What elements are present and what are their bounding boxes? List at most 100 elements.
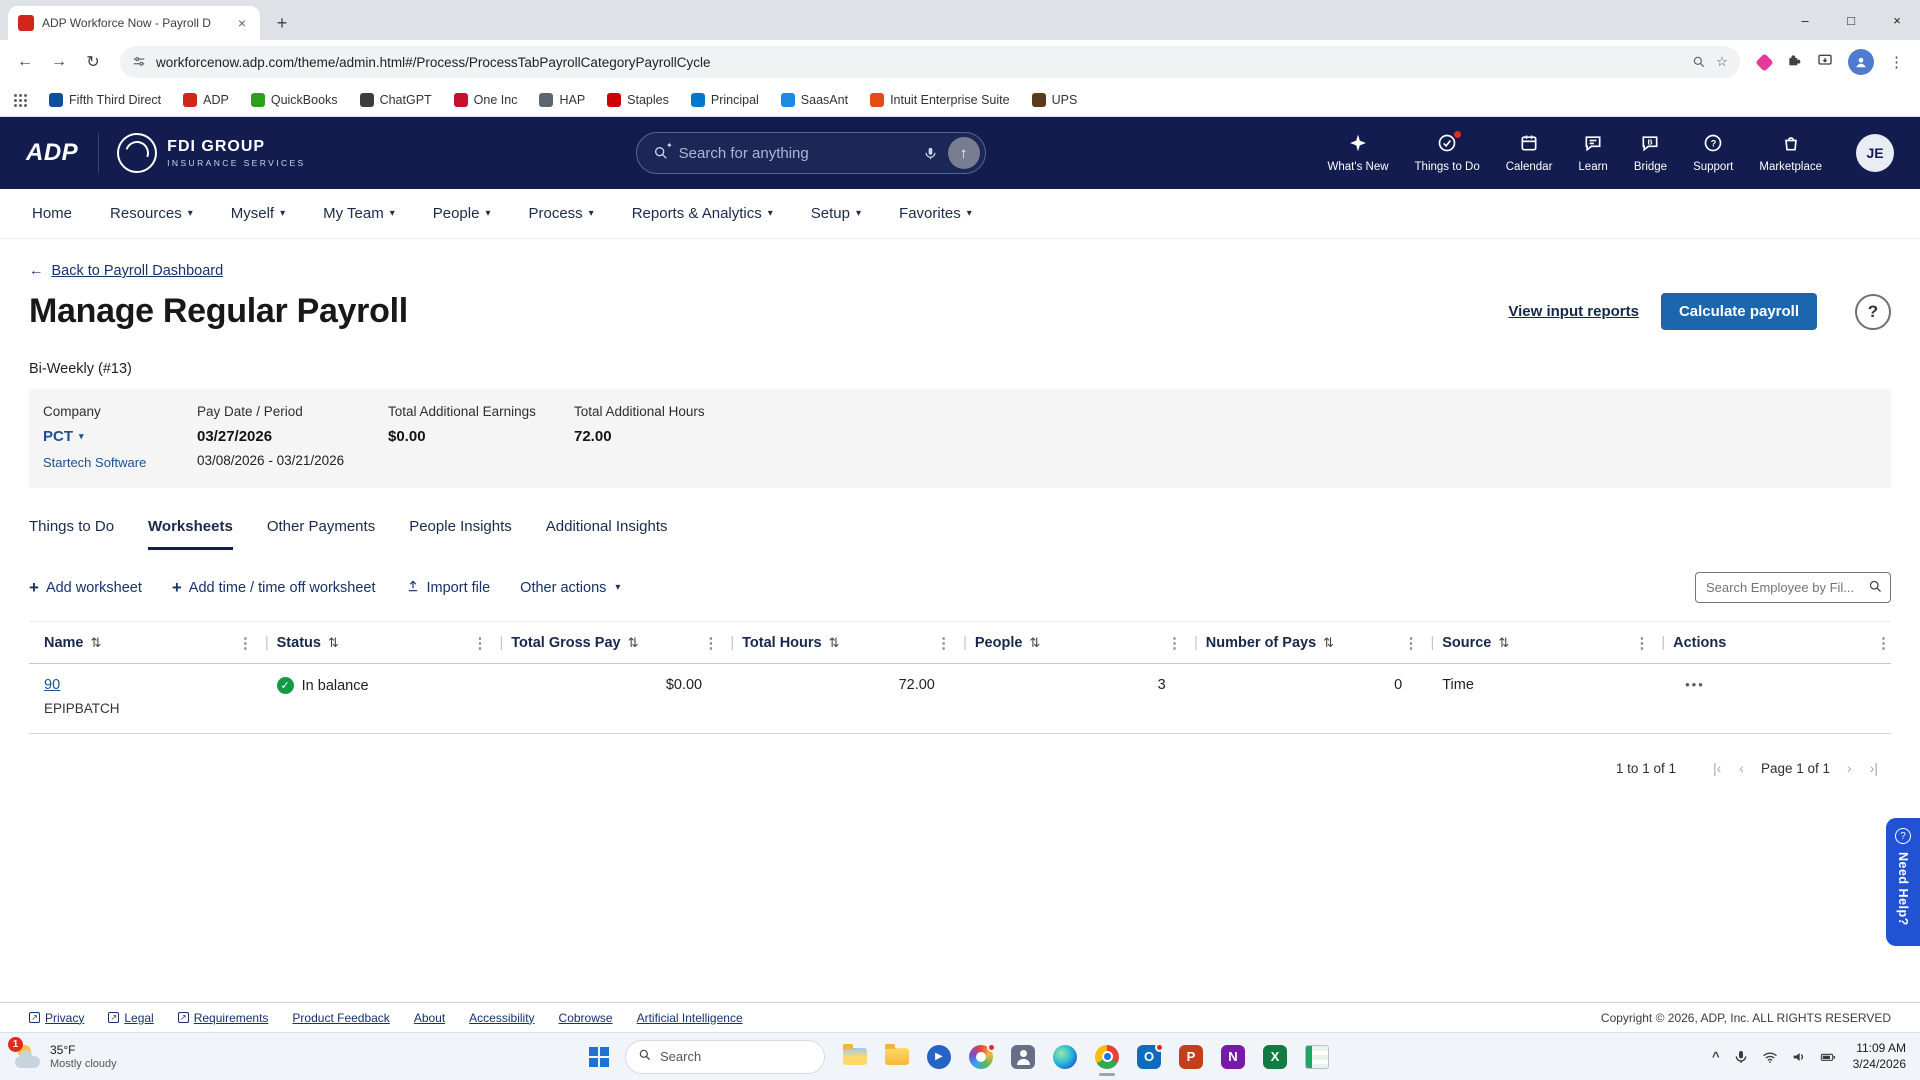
company-selector[interactable]: PCT ▾ xyxy=(43,428,84,445)
browser-tab[interactable]: ADP Workforce Now - Payroll D × xyxy=(8,6,260,40)
nav-reports-analytics[interactable]: Reports & Analytics ▾ xyxy=(632,205,773,222)
row-actions-button[interactable]: ••• xyxy=(1673,677,1891,692)
search-icon[interactable] xyxy=(1868,579,1883,598)
taskbar-photos[interactable] xyxy=(967,1042,996,1071)
mic-icon[interactable] xyxy=(923,146,938,161)
need-help-tab[interactable]: ? Need Help? xyxy=(1886,818,1920,946)
footer-artificial-intelligence-link[interactable]: Artificial Intelligence xyxy=(637,1011,743,1025)
start-button[interactable] xyxy=(589,1046,609,1067)
column-header-total-hours[interactable]: Total Hours ⇅ ⋮ | xyxy=(742,634,975,652)
tab-other-payments[interactable]: Other Payments xyxy=(267,518,375,550)
column-header-number-of-pays[interactable]: Number of Pays ⇅ ⋮ | xyxy=(1206,634,1442,652)
window-close-button[interactable]: × xyxy=(1874,0,1920,40)
refresh-button[interactable]: ↻ xyxy=(78,47,108,77)
column-menu-icon[interactable]: ⋮ xyxy=(703,634,718,652)
column-menu-icon[interactable]: ⋮ xyxy=(238,634,253,652)
taskbar-chrome[interactable] xyxy=(1093,1043,1121,1071)
bookmark-one-inc[interactable]: One Inc xyxy=(453,93,517,107)
bookmark-hap[interactable]: HAP xyxy=(539,93,585,107)
add-time-worksheet-button[interactable]: + Add time / time off worksheet xyxy=(172,578,376,598)
nav-myself[interactable]: Myself ▾ xyxy=(231,205,285,222)
sort-icon[interactable]: ⇅ xyxy=(829,635,840,651)
site-settings-icon[interactable] xyxy=(132,55,146,69)
bookmark-fifth-third[interactable]: Fifth Third Direct xyxy=(49,93,161,107)
nav-process[interactable]: Process ▾ xyxy=(528,205,593,222)
taskbar-mail[interactable] xyxy=(1009,1043,1037,1071)
sort-icon[interactable]: ⇅ xyxy=(1029,635,1040,651)
last-page-button[interactable]: ›| xyxy=(1870,760,1878,776)
footer-product-feedback-link[interactable]: Product Feedback xyxy=(292,1011,389,1025)
next-page-button[interactable]: › xyxy=(1847,760,1852,776)
tab-things-to-do[interactable]: Things to Do xyxy=(29,518,114,550)
nav-favorites[interactable]: Favorites ▾ xyxy=(899,205,972,222)
sort-icon[interactable]: ⇅ xyxy=(628,635,639,651)
bookmark-chatgpt[interactable]: ChatGPT xyxy=(359,93,432,107)
bookmark-adp[interactable]: ADP xyxy=(183,93,229,107)
nav-home[interactable]: Home xyxy=(32,205,72,222)
taskbar-search[interactable]: Search xyxy=(625,1039,825,1074)
address-bar[interactable]: workforcenow.adp.com/theme/admin.html#/P… xyxy=(120,46,1740,78)
nav-people[interactable]: People ▾ xyxy=(433,205,491,222)
tab-worksheets[interactable]: Worksheets xyxy=(148,518,233,550)
column-menu-icon[interactable]: ⋮ xyxy=(1167,634,1182,652)
bookmark-intuit[interactable]: Intuit Enterprise Suite xyxy=(870,93,1010,107)
tab-close-icon[interactable]: × xyxy=(234,15,250,31)
footer-accessibility-link[interactable]: Accessibility xyxy=(469,1011,534,1025)
footer-requirements-link[interactable]: ↗ Requirements xyxy=(177,1011,268,1025)
bookmark-principal[interactable]: Principal xyxy=(690,93,759,107)
bookmark-quickbooks[interactable]: QuickBooks xyxy=(250,93,338,107)
taskbar-file-explorer[interactable] xyxy=(841,1043,869,1071)
footer-legal-link[interactable]: ↗ Legal xyxy=(108,1011,154,1025)
bookmark-saasant[interactable]: SaasAnt xyxy=(780,93,848,107)
column-menu-icon[interactable]: ⋮ xyxy=(1876,634,1891,652)
zoom-icon[interactable] xyxy=(1692,55,1706,69)
browser-profile-avatar[interactable] xyxy=(1848,49,1874,75)
bookmark-star-icon[interactable]: ☆ xyxy=(1716,54,1728,70)
header-item-marketplace[interactable]: Marketplace xyxy=(1759,133,1822,173)
new-tab-button[interactable]: + xyxy=(268,9,296,37)
header-item-support[interactable]: ? Support xyxy=(1693,133,1733,173)
column-header-actions[interactable]: Actions ⋮ xyxy=(1673,634,1891,652)
batch-link[interactable]: 90 xyxy=(44,677,60,693)
header-item-bridge[interactable]: B Bridge xyxy=(1634,133,1667,173)
calculate-payroll-button[interactable]: Calculate payroll xyxy=(1660,293,1817,330)
taskbar-media-player[interactable] xyxy=(925,1043,953,1071)
bookmark-staples[interactable]: Staples xyxy=(607,93,669,107)
nav-my-team[interactable]: My Team ▾ xyxy=(323,205,395,222)
taskbar-powerpoint[interactable] xyxy=(1177,1043,1205,1071)
extensions-puzzle-icon[interactable] xyxy=(1786,52,1802,72)
taskbar-folder[interactable] xyxy=(883,1043,911,1071)
taskbar-clock[interactable]: 11:09 AM 3/24/2026 xyxy=(1853,1041,1906,1072)
tab-people-insights[interactable]: People Insights xyxy=(409,518,512,550)
header-item-whats-new[interactable]: What's New xyxy=(1328,133,1389,173)
adp-logo[interactable]: ADP xyxy=(26,139,78,167)
column-header-source[interactable]: Source ⇅ ⋮ | xyxy=(1442,634,1673,652)
taskbar-edge[interactable] xyxy=(1051,1043,1079,1071)
sort-icon[interactable]: ⇅ xyxy=(328,635,339,651)
sort-icon[interactable]: ⇅ xyxy=(91,635,102,651)
import-file-button[interactable]: Import file xyxy=(406,579,490,597)
header-item-things-to-do[interactable]: Things to Do xyxy=(1415,130,1480,173)
tray-expand-icon[interactable]: ^ xyxy=(1712,1049,1720,1064)
column-menu-icon[interactable]: ⋮ xyxy=(1403,634,1418,652)
volume-icon[interactable] xyxy=(1791,1049,1807,1065)
employee-search-input[interactable] xyxy=(1695,572,1891,603)
apps-grid-icon[interactable] xyxy=(14,93,27,107)
sort-icon[interactable]: ⇅ xyxy=(1498,635,1509,651)
tab-additional-insights[interactable]: Additional Insights xyxy=(546,518,668,550)
column-menu-icon[interactable]: ⋮ xyxy=(472,634,487,652)
page-help-button[interactable]: ? xyxy=(1855,293,1891,330)
nav-setup[interactable]: Setup ▾ xyxy=(811,205,861,222)
wifi-icon[interactable] xyxy=(1762,1049,1778,1065)
mic-tray-icon[interactable] xyxy=(1733,1049,1749,1065)
taskbar-spreadsheet[interactable] xyxy=(1303,1043,1331,1071)
taskbar-onenote[interactable] xyxy=(1219,1043,1247,1071)
bookmark-ups[interactable]: UPS xyxy=(1031,93,1077,107)
column-header-gross-pay[interactable]: Total Gross Pay ⇅ ⋮ | xyxy=(511,634,742,652)
nav-resources[interactable]: Resources ▾ xyxy=(110,205,193,222)
footer-cobrowse-link[interactable]: Cobrowse xyxy=(559,1011,613,1025)
user-avatar[interactable]: JE xyxy=(1856,134,1894,172)
back-button[interactable]: ← xyxy=(10,47,40,77)
column-header-people[interactable]: People ⇅ ⋮ | xyxy=(975,634,1206,652)
pinned-extension-icon[interactable] xyxy=(1755,52,1774,72)
